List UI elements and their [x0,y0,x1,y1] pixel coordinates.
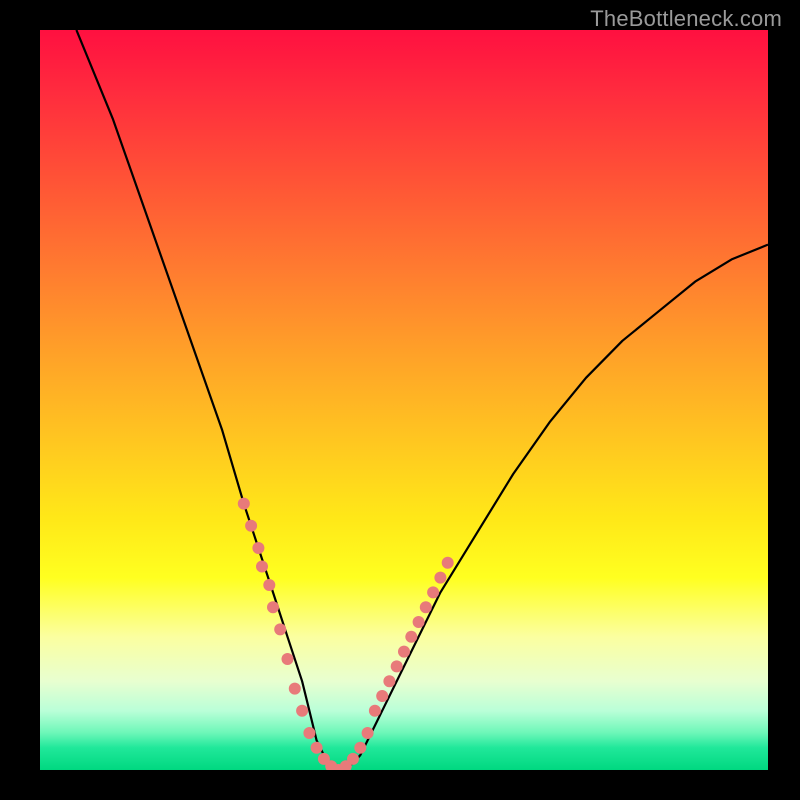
watermark-text: TheBottleneck.com [590,6,782,32]
chart-plot-area [40,30,768,770]
chart-frame: TheBottleneck.com [0,0,800,800]
